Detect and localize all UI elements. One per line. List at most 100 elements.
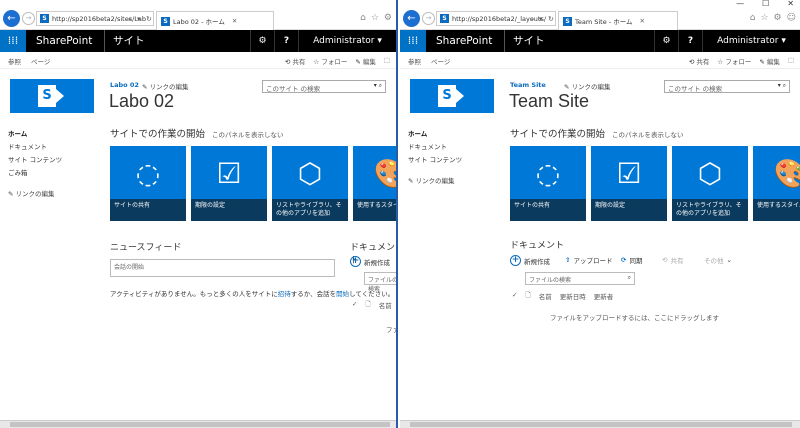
horizontal-scrollbar[interactable] (0, 420, 396, 428)
horizontal-scrollbar[interactable] (400, 420, 800, 428)
search-icon[interactable]: ⌕ (530, 15, 534, 24)
brand-label[interactable]: SharePoint (436, 30, 492, 52)
tile-share-site[interactable]: ◌ サイトの共有 (110, 146, 186, 221)
user-menu[interactable]: Administrator ▾ (702, 30, 800, 52)
sites-label[interactable]: サイト (104, 30, 145, 52)
modified-by-column-header[interactable]: 更新者 (594, 291, 614, 302)
address-bar[interactable]: S http://sp2016beta2/_layouts/ (436, 11, 556, 26)
search-dropdown-icon[interactable]: ▾ ⌕ (778, 82, 786, 90)
site-logo[interactable]: S (10, 79, 94, 113)
minimize-button[interactable]: — (736, 0, 744, 8)
upload-button[interactable]: ⇧ アップロード (565, 255, 612, 265)
breadcrumb-site-link[interactable]: Labo 02 (110, 81, 139, 89)
nav-item-recycle-bin[interactable]: ごみ箱 (8, 167, 100, 180)
brand-label[interactable]: SharePoint (36, 30, 92, 52)
share-button[interactable]: ⟲ 共有 (689, 56, 710, 66)
nav-item-documents[interactable]: ドキュメント (408, 141, 500, 154)
nav-item-documents[interactable]: ドキュメント (8, 141, 100, 154)
nav-item-home[interactable]: ホーム (8, 128, 100, 141)
browse-tab[interactable]: 参照 (408, 56, 421, 66)
tile-add-apps[interactable]: ⬡ リストやライブラリ、その他のアプリを追加 (672, 146, 748, 221)
share-button[interactable]: ⟲ 共有 (285, 56, 306, 66)
settings-icon[interactable]: ⚙ (384, 13, 392, 23)
focus-icon[interactable]: ⬚ (384, 56, 390, 66)
tile-style[interactable]: 🎨 使用するスタイル (753, 146, 800, 221)
start-conversation-link[interactable]: 開始 (336, 290, 349, 298)
forward-button[interactable]: → (422, 12, 435, 25)
tile-set-deadline[interactable]: ☑ 期限の設定 (191, 146, 267, 221)
name-column-header[interactable]: 名前 (539, 291, 552, 302)
close-tab-icon[interactable]: ✕ (640, 17, 645, 25)
browser-tab[interactable]: S Labo 02 - ホーム ✕ (156, 11, 274, 30)
scrollbar-thumb[interactable] (410, 422, 792, 427)
forward-button[interactable]: → (22, 12, 35, 25)
close-tab-icon[interactable]: ✕ (232, 17, 237, 25)
favorites-icon[interactable]: ☆ (760, 13, 768, 23)
nav-edit-links[interactable]: ✎ リンクの編集 (8, 188, 100, 201)
maximize-button[interactable]: ☐ (762, 0, 769, 8)
search-icon[interactable]: ⌕ (128, 15, 132, 24)
site-logo[interactable]: S (410, 79, 494, 113)
new-document-button[interactable]: + 新規作成 (510, 255, 550, 266)
tile-add-apps[interactable]: ⬡ リストやライブラリ、その他のアプリを追加 (272, 146, 348, 221)
app-launcher-icon[interactable]: ⁞⁞⁞ (400, 30, 426, 52)
favorites-icon[interactable]: ☆ (371, 13, 379, 23)
check-icon[interactable]: ✓ (512, 291, 517, 302)
app-launcher-icon[interactable]: ⁞⁞⁞ (0, 30, 26, 52)
settings-gear-icon[interactable]: ⚙ (250, 30, 274, 52)
nav-item-site-contents[interactable]: サイト コンテンツ (8, 154, 100, 167)
new-document-button[interactable]: + 新規作成 (350, 256, 390, 267)
dropdown-icon[interactable]: ▾ (539, 15, 543, 23)
home-icon[interactable]: ⌂ (750, 13, 756, 23)
edit-button[interactable]: ✎ 編集 (355, 56, 376, 66)
help-icon[interactable]: ? (678, 30, 702, 52)
site-search-input[interactable]: このサイト の検索 ▾ ⌕ (262, 80, 386, 93)
edit-button[interactable]: ✎ 編集 (759, 56, 780, 66)
sites-label[interactable]: サイト (504, 30, 545, 52)
browse-tab[interactable]: 参照 (8, 56, 21, 66)
refresh-icon[interactable]: ↻ (548, 15, 554, 23)
search-dropdown-icon[interactable]: ▾ ⌕ (374, 82, 382, 90)
more-button[interactable]: その他 ⌄ (704, 255, 732, 265)
refresh-icon[interactable]: ↻ (146, 15, 152, 23)
follow-button[interactable]: ☆ フォロー (313, 56, 347, 66)
hide-panel-link[interactable]: このパネルを表示しない (612, 131, 684, 139)
name-column-header[interactable]: 名前 (379, 300, 392, 311)
page-tab[interactable]: ページ (431, 56, 450, 66)
check-icon[interactable]: ✓ (352, 300, 357, 311)
user-menu[interactable]: Administrator ▾ (298, 30, 396, 52)
tile-share-site[interactable]: ◌ サイトの共有 (510, 146, 586, 221)
edit-links-button[interactable]: ✎ リンクの編集 (564, 81, 611, 91)
focus-icon[interactable]: ⬚ (788, 56, 794, 66)
nav-item-home[interactable]: ホーム (408, 128, 500, 141)
file-search-input[interactable]: ファイルの検索 ⌕ (525, 272, 635, 285)
edit-links-button[interactable]: ✎ リンクの編集 (142, 81, 189, 91)
smiley-icon[interactable]: ☺ (787, 13, 796, 23)
nav-edit-links[interactable]: ✎ リンクの編集 (408, 175, 500, 188)
close-window-button[interactable]: ✕ (787, 0, 794, 8)
follow-button[interactable]: ☆ フォロー (717, 56, 751, 66)
browser-tab[interactable]: S Team Site - ホーム ✕ (558, 11, 678, 30)
search-icon[interactable]: ⌕ (628, 274, 631, 282)
breadcrumb-site-link[interactable]: Team Site (510, 81, 546, 89)
tile-style[interactable]: 🎨 使用するスタイル (353, 146, 396, 221)
back-button[interactable]: ← (403, 10, 420, 27)
newsfeed-input[interactable]: 会話の開始 (110, 259, 335, 277)
hide-panel-link[interactable]: このパネルを表示しない (212, 131, 284, 139)
nav-item-site-contents[interactable]: サイト コンテンツ (408, 154, 500, 167)
help-icon[interactable]: ? (274, 30, 298, 52)
home-icon[interactable]: ⌂ (360, 13, 366, 23)
sync-button[interactable]: ⟳ 同期 (621, 255, 642, 265)
modified-column-header[interactable]: 更新日時 (560, 291, 586, 302)
scrollbar-thumb[interactable] (10, 422, 390, 427)
dropdown-icon[interactable]: ▾ (137, 15, 141, 23)
site-search-input[interactable]: このサイト の検索 ▾ ⌕ (664, 80, 790, 93)
invite-link[interactable]: 招待 (278, 290, 291, 298)
file-search-input[interactable]: ファイルの検索 (364, 272, 396, 293)
tile-set-deadline[interactable]: ☑ 期限の設定 (591, 146, 667, 221)
settings-icon[interactable]: ⚙ (774, 13, 782, 23)
page-tab[interactable]: ページ (31, 56, 50, 66)
settings-gear-icon[interactable]: ⚙ (654, 30, 678, 52)
back-button[interactable]: ← (3, 10, 20, 27)
share-doc-button[interactable]: ⟲ 共有 (662, 255, 683, 265)
